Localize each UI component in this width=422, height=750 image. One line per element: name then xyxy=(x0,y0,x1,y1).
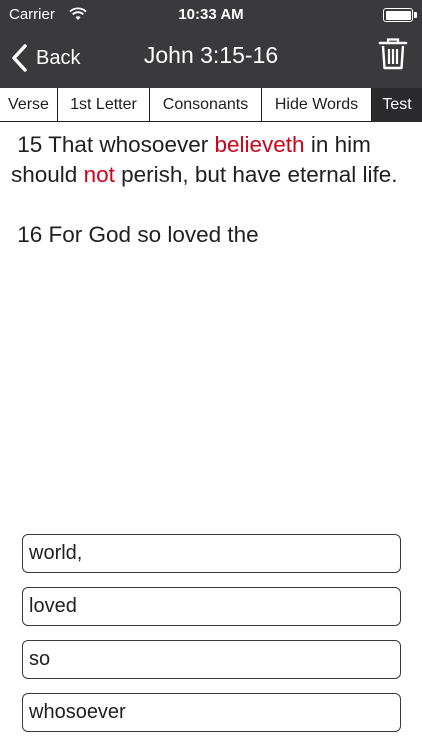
highlighted-word: not xyxy=(83,162,115,187)
segment-hide-words[interactable]: Hide Words xyxy=(262,88,372,122)
back-button[interactable]: Back xyxy=(10,40,80,76)
segment-verse[interactable]: Verse xyxy=(0,88,58,122)
answer-button[interactable]: loved xyxy=(22,587,401,626)
trash-icon[interactable] xyxy=(378,38,408,70)
answer-button[interactable]: so xyxy=(22,640,401,679)
segment-consonants[interactable]: Consonants xyxy=(150,88,262,122)
header: Carrier 10:33 AM Back John 3:15-16 xyxy=(0,0,422,88)
answer-choices: world, loved so whosoever xyxy=(22,534,401,746)
status-bar: Carrier 10:33 AM xyxy=(0,0,422,30)
battery-icon xyxy=(383,8,417,22)
segment-test[interactable]: Test xyxy=(372,88,422,122)
nav-bar: Back John 3:15-16 xyxy=(0,30,422,88)
verse-15: 15 That whosoever believeth in him shoul… xyxy=(11,130,411,190)
verse-16-text: 16 For God so loved the xyxy=(17,222,259,247)
segment-1st-letter[interactable]: 1st Letter xyxy=(58,88,150,122)
verse-15-text: perish, but have eternal life. xyxy=(114,162,398,187)
mode-segmented-control: Verse 1st Letter Consonants Hide Words T… xyxy=(0,88,422,122)
highlighted-word: believeth xyxy=(214,132,305,157)
verse-16: 16 For God so loved the xyxy=(11,220,411,250)
status-time: 10:33 AM xyxy=(178,6,244,23)
chevron-left-icon xyxy=(12,44,27,72)
verse-text-area: 15 That whosoever believeth in him shoul… xyxy=(0,130,422,280)
answer-button[interactable]: whosoever xyxy=(22,693,401,732)
back-label: Back xyxy=(36,46,81,69)
verse-15-text: 15 That whosoever xyxy=(17,132,215,157)
answer-button[interactable]: world, xyxy=(22,534,401,573)
